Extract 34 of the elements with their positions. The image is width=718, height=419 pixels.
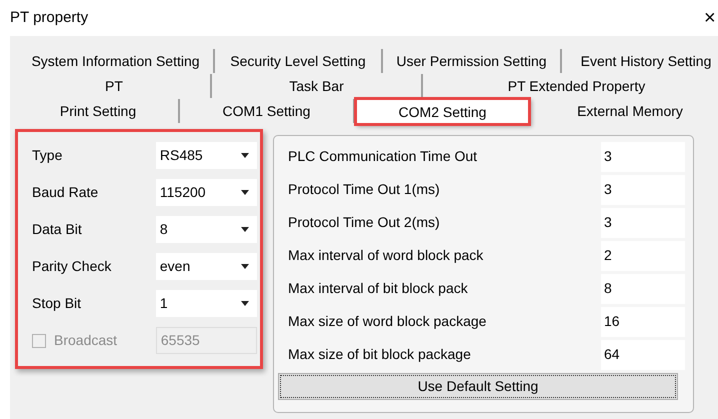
field-label: Baud Rate (32, 183, 100, 202)
input-field[interactable]: 3 (601, 208, 685, 238)
dropdown[interactable]: 8 (156, 216, 257, 243)
dropdown[interactable]: even (156, 253, 257, 280)
dropdown-arrow-icon (241, 190, 249, 195)
field-label: Max size of word block package (287, 312, 488, 331)
field-label: Parity Check (32, 257, 112, 276)
field-label: Max interval of bit block pack (287, 279, 469, 298)
dropdown[interactable]: 1 (156, 290, 257, 317)
dropdown[interactable]: RS485 (156, 142, 257, 169)
dropdown-arrow-icon (241, 153, 249, 158)
dropdown-arrow-icon (241, 264, 249, 269)
field-label: Stop Bit (32, 294, 82, 313)
input-field[interactable]: 3 (601, 142, 685, 172)
input-field[interactable]: 8 (601, 274, 685, 304)
field-label: Protocol Time Out 2(ms) (287, 213, 441, 232)
default-setting-button[interactable]: Use Default Setting (278, 373, 678, 400)
dropdown[interactable]: 115200 (156, 179, 257, 206)
input-field[interactable]: 2 (601, 240, 685, 270)
window-title: PT property (10, 8, 88, 28)
field-label: Max interval of word block pack (287, 246, 484, 265)
field-label: Max size of bit block package (287, 345, 472, 364)
tab[interactable]: COM2 Setting (355, 98, 530, 125)
input-field[interactable]: 16 (601, 306, 685, 336)
field-label: Data Bit (32, 220, 83, 239)
checkbox-label: Broadcast (54, 331, 118, 350)
field-label: Type (32, 146, 64, 165)
field-label: PLC Communication Time Out (287, 147, 478, 166)
dropdown-arrow-icon (241, 227, 249, 232)
input-field[interactable]: 3 (601, 174, 685, 204)
input-field[interactable]: 64 (601, 340, 685, 370)
dropdown-arrow-icon (241, 301, 249, 306)
field-label: Protocol Time Out 1(ms) (287, 180, 441, 199)
close-button[interactable]: × (704, 8, 718, 28)
